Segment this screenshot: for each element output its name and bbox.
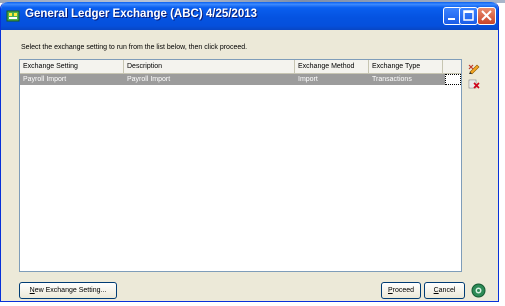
column-header-extra (443, 60, 461, 73)
cancel-label: ancel (438, 287, 456, 294)
proceed-label: roceed (392, 287, 415, 294)
cell-exchange-type: Transactions (372, 76, 412, 83)
exchange-settings-grid[interactable]: Exchange Setting Description Exchange Me… (19, 59, 462, 272)
new-exchange-setting-button[interactable]: New Exchange Setting... (19, 282, 117, 299)
close-button[interactable] (477, 7, 496, 25)
column-header-exchange-setting[interactable]: Exchange Setting (20, 60, 124, 73)
help-icon[interactable] (471, 283, 486, 298)
instruction-text: Select the exchange setting to run from … (21, 44, 248, 51)
edit-setting-icon[interactable] (468, 62, 480, 75)
cancel-button[interactable]: Cancel (424, 282, 465, 299)
cell-exchange-method: Import (298, 76, 318, 83)
window-title: General Ledger Exchange (ABC) 4/25/2013 (25, 8, 258, 20)
table-row[interactable]: Payroll Import Payroll Import Import Tra… (20, 74, 461, 85)
column-header-description[interactable]: Description (124, 60, 295, 73)
grid-header: Exchange Setting Description Exchange Me… (20, 60, 461, 74)
column-header-exchange-method[interactable]: Exchange Method (295, 60, 369, 73)
delete-setting-icon[interactable] (468, 77, 480, 89)
cell-description: Payroll Import (127, 76, 171, 83)
cell-focus[interactable] (445, 74, 461, 85)
column-header-exchange-type[interactable]: Exchange Type (369, 60, 443, 73)
cell-exchange-setting: Payroll Import (23, 76, 67, 83)
maximize-button[interactable] (459, 7, 478, 25)
title-bar[interactable]: General Ledger Exchange (ABC) 4/25/2013 (1, 2, 498, 30)
proceed-button[interactable]: Proceed (381, 282, 421, 299)
gl-exchange-window: General Ledger Exchange (ABC) 4/25/2013 … (0, 2, 499, 302)
new-setting-label: ew Exchange Setting... (34, 287, 107, 294)
app-icon (6, 9, 20, 23)
